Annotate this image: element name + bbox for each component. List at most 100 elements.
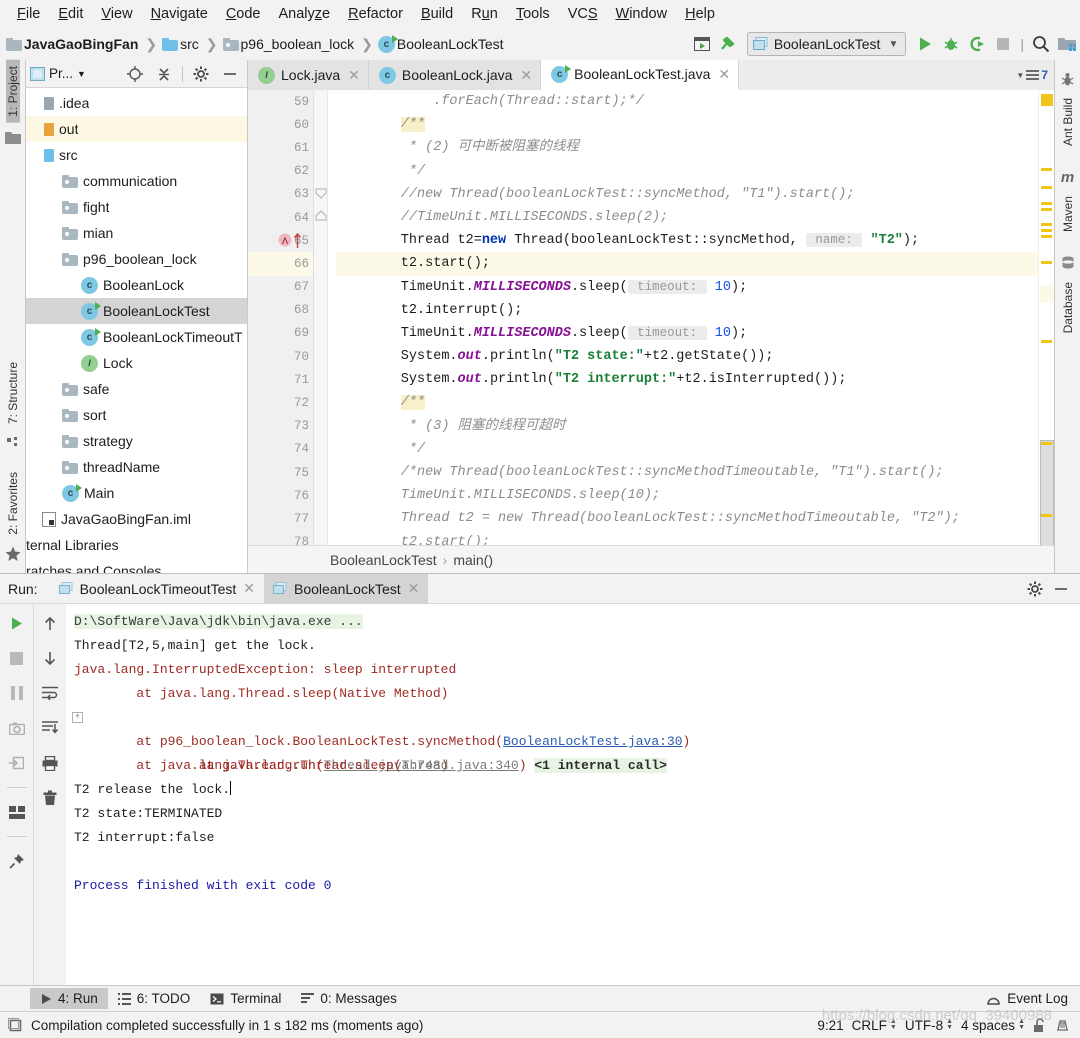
inspection-warning-icon[interactable]: Λ — [278, 233, 292, 247]
line-separator-indicator[interactable]: CRLF ▲ ▼ — [852, 1018, 897, 1033]
settings-gear-icon[interactable] — [1022, 576, 1048, 602]
close-icon[interactable]: ✕ — [520, 67, 532, 84]
sidebar-item-maven[interactable]: Maven — [1061, 190, 1075, 238]
sidebar-item-structure[interactable]: 7: Structure — [6, 356, 20, 430]
tree-node-external-libraries[interactable]: ternal Libraries — [26, 532, 247, 558]
project-pane-title[interactable]: Pr... ▼ — [30, 66, 86, 81]
tree-node-scratches-consoles[interactable]: ratches and Consoles — [26, 558, 247, 573]
pin-icon[interactable] — [4, 848, 30, 874]
internal-calls-badge[interactable]: <1 internal call> — [534, 758, 667, 773]
menu-item-edit[interactable]: Edit — [49, 3, 92, 25]
run-tab-booleanlocktimeouttest[interactable]: BooleanLockTimeoutTest ✕ — [50, 574, 264, 604]
down-arrow-icon[interactable] — [37, 645, 63, 671]
expand-frames-icon[interactable]: + — [72, 712, 83, 723]
tree-node-src[interactable]: src — [26, 142, 247, 168]
run-tab-booleanlocktest[interactable]: BooleanLockTest ✕ — [264, 573, 429, 604]
stack-trace-link[interactable]: Thread.java:340 — [402, 758, 519, 773]
hide-icon[interactable] — [217, 61, 243, 87]
breadcrumb-src[interactable]: src — [162, 36, 201, 52]
stripe-warning-mark[interactable] — [1041, 514, 1052, 517]
sidebar-item-favorites[interactable]: 2: Favorites — [6, 466, 20, 541]
collapse-all-icon[interactable] — [151, 61, 177, 87]
tree-node-sort[interactable]: sort — [26, 402, 247, 428]
editor-tab-lock-java[interactable]: I Lock.java ✕ — [248, 60, 369, 90]
stripe-warning-mark[interactable] — [1041, 442, 1052, 445]
print-icon[interactable] — [37, 750, 63, 776]
run-icon[interactable] — [912, 31, 938, 57]
editor-tab-booleanlocktest-java[interactable]: c BooleanLockTest.java ✕ — [541, 60, 740, 90]
code-text-area[interactable]: .forEach(Thread::start);*/ /** * (2) 可中断… — [328, 90, 1038, 545]
stack-trace-link[interactable]: BooleanLockTest.java:30 — [503, 734, 682, 749]
tree-node-idea[interactable]: .idea — [26, 90, 247, 116]
stripe-warning-mark[interactable] — [1041, 168, 1052, 171]
inspection-widget[interactable]: ▼ 7 — [1016, 68, 1048, 82]
locate-icon[interactable] — [122, 61, 148, 87]
bottom-tab-terminal[interactable]: Terminal — [200, 988, 291, 1009]
sidebar-item-database[interactable]: Database — [1061, 276, 1075, 339]
sidebar-item-ant-build[interactable]: Ant Build — [1061, 92, 1075, 152]
hide-icon[interactable] — [1048, 576, 1074, 602]
unlock-icon[interactable] — [1033, 1017, 1047, 1033]
tree-node-communication[interactable]: communication — [26, 168, 247, 194]
stripe-warning-mark[interactable] — [1041, 208, 1052, 211]
soft-wrap-icon[interactable] — [37, 680, 63, 706]
menu-item-run[interactable]: Run — [462, 3, 507, 25]
breadcrumb-class-name[interactable]: BooleanLockTest — [330, 552, 437, 568]
code-editor[interactable]: 59 60 61 62 63 64 Λ 65 66 67 68 69 70 71… — [248, 90, 1054, 545]
breadcrumb-project[interactable]: JavaGaoBingFan — [6, 36, 140, 52]
editor-tab-booleanlock-java[interactable]: c BooleanLock.java ✕ — [368, 60, 542, 90]
error-stripe-marker-bar[interactable] — [1038, 90, 1054, 545]
stripe-warning-mark[interactable] — [1041, 186, 1052, 189]
menu-item-build[interactable]: Build — [412, 3, 462, 25]
close-icon[interactable]: ✕ — [348, 67, 360, 84]
stripe-warning-mark[interactable] — [1041, 202, 1052, 205]
tree-node-main[interactable]: c Main — [26, 480, 247, 506]
build-hammer-icon[interactable] — [715, 31, 741, 57]
close-icon[interactable]: ✕ — [408, 580, 420, 597]
tree-node-booleanlocktimeouttest[interactable]: c BooleanLockTimeoutT — [26, 324, 247, 350]
encoding-indicator[interactable]: UTF-8 ▲ ▼ — [905, 1018, 953, 1033]
tree-node-booleanlocktest[interactable]: c BooleanLockTest — [26, 298, 247, 324]
inspection-hector-icon[interactable] — [1055, 1018, 1070, 1033]
project-structure-icon[interactable] — [1054, 31, 1080, 57]
menu-item-vcs[interactable]: VCS — [559, 3, 607, 25]
stripe-warning-mark[interactable] — [1041, 223, 1052, 226]
caret-position-indicator[interactable]: 9:21 — [817, 1018, 843, 1033]
indent-indicator[interactable]: 4 spaces ▲ ▼ — [961, 1018, 1025, 1033]
menu-item-code[interactable]: Code — [217, 3, 270, 25]
breadcrumb-package[interactable]: p96_boolean_lock — [222, 36, 357, 52]
rerun-icon[interactable] — [4, 610, 30, 636]
tree-node-out[interactable]: out — [26, 116, 247, 142]
fold-expand-icon[interactable] — [315, 210, 327, 222]
tree-node-threadname[interactable]: threadName — [26, 454, 247, 480]
menu-item-view[interactable]: View — [92, 3, 141, 25]
tree-node-p96-boolean-lock[interactable]: p96_boolean_lock — [26, 246, 247, 272]
scroll-to-end-icon[interactable] — [37, 715, 63, 741]
tree-node-booleanlock[interactable]: c BooleanLock — [26, 272, 247, 298]
menu-item-help[interactable]: Help — [676, 3, 724, 25]
code-folding-strip[interactable] — [314, 90, 328, 545]
menu-item-tools[interactable]: Tools — [507, 3, 559, 25]
project-tree[interactable]: .idea out src communication fight mian p… — [26, 88, 247, 573]
bottom-tab-messages[interactable]: 0: Messages — [291, 988, 407, 1009]
clear-all-trash-icon[interactable] — [37, 785, 63, 811]
run-config-edit-icon[interactable] — [689, 31, 715, 57]
close-icon[interactable]: ✕ — [718, 66, 730, 83]
stripe-warning-mark[interactable] — [1041, 261, 1052, 264]
close-icon[interactable]: ✕ — [243, 580, 255, 597]
fold-collapse-icon[interactable] — [315, 187, 327, 199]
stripe-warning-mark[interactable] — [1041, 340, 1052, 343]
tree-node-iml-file[interactable]: JavaGaoBingFan.iml — [26, 506, 247, 532]
menu-item-navigate[interactable]: Navigate — [142, 3, 217, 25]
breadcrumb-method-name[interactable]: main() — [453, 552, 493, 568]
console-output[interactable]: D:\SoftWare\Java\jdk\bin\java.exe ... Th… — [66, 604, 1080, 985]
menu-item-window[interactable]: Window — [607, 3, 677, 25]
stripe-warning-mark[interactable] — [1041, 235, 1052, 238]
stripe-warning-mark[interactable] — [1041, 229, 1052, 232]
menu-item-file[interactable]: File — [8, 3, 49, 25]
bottom-tab-todo[interactable]: 6: TODO — [108, 988, 201, 1009]
tree-node-safe[interactable]: safe — [26, 376, 247, 402]
breadcrumb-class[interactable]: c BooleanLockTest — [377, 34, 506, 53]
up-arrow-icon[interactable] — [37, 610, 63, 636]
run-configuration-selector[interactable]: BooleanLockTest ▼ — [746, 32, 907, 56]
